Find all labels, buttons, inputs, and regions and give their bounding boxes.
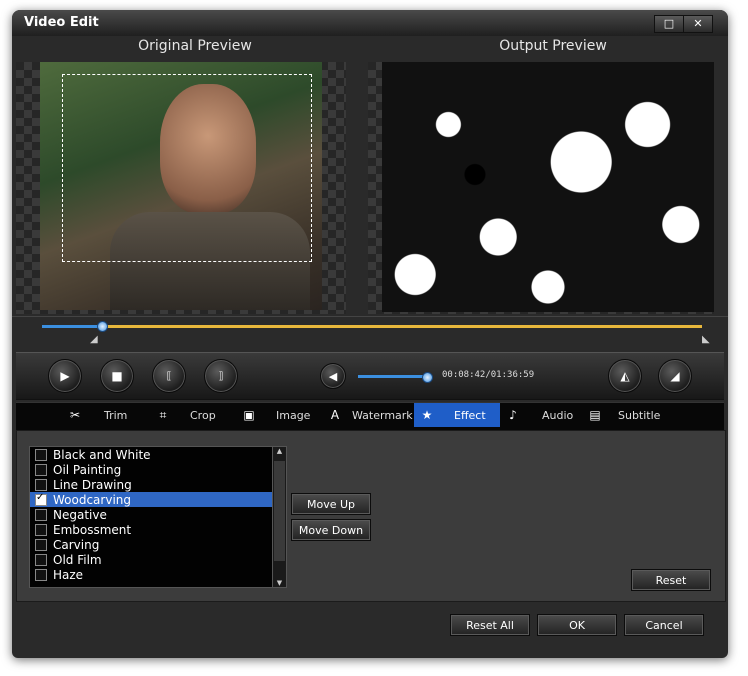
- volume-icon[interactable]: ◀: [320, 363, 346, 389]
- trim-end-marker-icon[interactable]: ◣: [702, 334, 710, 345]
- scroll-down-icon[interactable]: ▼: [273, 579, 286, 587]
- effect-item[interactable]: Line Drawing: [30, 477, 284, 492]
- tab-subtitle-label: Subtitle: [618, 408, 661, 422]
- trim-start-marker-icon[interactable]: ◢: [90, 334, 98, 345]
- ok-button[interactable]: OK: [537, 614, 617, 636]
- effect-item[interactable]: Carving: [30, 537, 284, 552]
- effect-checkbox[interactable]: [35, 568, 47, 581]
- effect-list[interactable]: Black and WhiteOil PaintingLine DrawingW…: [29, 446, 285, 588]
- effect-item[interactable]: Embossment: [30, 522, 284, 537]
- move-up-button[interactable]: Move Up: [291, 493, 371, 515]
- effect-checkbox[interactable]: [35, 463, 47, 476]
- seek-bar[interactable]: [42, 321, 702, 332]
- image-icon: ▣: [243, 408, 255, 422]
- volume-handle[interactable]: [422, 372, 433, 383]
- effect-checkbox[interactable]: [35, 508, 47, 521]
- reset-button[interactable]: Reset: [631, 569, 711, 591]
- close-button[interactable]: ✕: [683, 15, 713, 33]
- effect-item[interactable]: Black and White: [30, 447, 284, 462]
- play-icon[interactable]: ▶: [48, 359, 82, 393]
- effect-checkbox[interactable]: [35, 523, 47, 536]
- cancel-button[interactable]: Cancel: [624, 614, 704, 636]
- effect-checkbox[interactable]: [35, 553, 47, 566]
- music-note-icon: ♪: [509, 408, 517, 422]
- seek-progress: [42, 325, 101, 328]
- tab-audio[interactable]: ♪ Audio: [506, 403, 586, 427]
- watermark-icon: A: [330, 408, 340, 422]
- effect-label: Line Drawing: [53, 477, 132, 492]
- dialog-footer: Reset All OK Cancel: [12, 606, 728, 658]
- tab-trim-label: Trim: [104, 408, 128, 422]
- time-readout: 00:08:42/01:36:59: [442, 370, 535, 380]
- effect-label: Old Film: [53, 552, 102, 567]
- output-video-frame: [382, 62, 714, 312]
- effect-item[interactable]: Oil Painting: [30, 462, 284, 477]
- effect-label: Negative: [53, 507, 107, 522]
- crop-icon: ⌗: [159, 408, 167, 422]
- title-bar[interactable]: Video Edit □ ✕: [12, 10, 728, 36]
- tab-image-label: Image: [276, 408, 311, 422]
- set-start-icon[interactable]: ⟦: [152, 359, 186, 393]
- tab-effect-label: Effect: [454, 408, 486, 422]
- original-preview-label: Original Preview: [138, 38, 252, 54]
- effect-checkbox[interactable]: [35, 492, 47, 506]
- tab-image[interactable]: ▣ Image: [242, 403, 326, 427]
- output-preview-label: Output Preview: [499, 38, 607, 54]
- tab-crop-label: Crop: [190, 408, 216, 422]
- effect-checkbox[interactable]: [35, 448, 47, 461]
- tab-effect[interactable]: ★ Effect: [414, 403, 500, 427]
- star-icon: ★: [421, 408, 433, 422]
- scissors-icon: ✂: [69, 408, 81, 422]
- effect-label: Embossment: [53, 522, 132, 537]
- effect-label: Carving: [53, 537, 100, 552]
- tab-subtitle[interactable]: ▤ Subtitle: [588, 403, 678, 427]
- tab-trim[interactable]: ✂ Trim: [68, 403, 148, 427]
- effect-label: Woodcarving: [53, 492, 132, 507]
- effect-checkbox[interactable]: [35, 478, 47, 491]
- effect-item[interactable]: Woodcarving: [30, 492, 284, 507]
- window-title: Video Edit: [24, 15, 99, 30]
- flip-horizontal-icon[interactable]: ◭: [608, 359, 642, 393]
- effect-item[interactable]: Haze: [30, 567, 284, 582]
- crop-selection[interactable]: [62, 74, 312, 262]
- stop-icon[interactable]: ■: [100, 359, 134, 393]
- move-down-button[interactable]: Move Down: [291, 519, 371, 541]
- volume-slider[interactable]: [358, 372, 433, 383]
- tab-audio-label: Audio: [542, 408, 574, 422]
- tab-crop[interactable]: ⌗ Crop: [156, 403, 236, 427]
- effect-label: Haze: [53, 567, 84, 582]
- effect-panel: Black and WhiteOil PaintingLine DrawingW…: [16, 430, 726, 602]
- effect-label: Oil Painting: [53, 462, 122, 477]
- effect-item[interactable]: Old Film: [30, 552, 284, 567]
- output-preview-panel: [368, 62, 714, 314]
- flip-vertical-icon[interactable]: ◢: [658, 359, 692, 393]
- reset-all-button[interactable]: Reset All: [450, 614, 530, 636]
- tab-watermark-label: Watermark: [352, 408, 413, 422]
- effect-list-scrollbar[interactable]: ▲ ▼: [272, 446, 287, 588]
- effect-checkbox[interactable]: [35, 538, 47, 551]
- effect-item[interactable]: Negative: [30, 507, 284, 522]
- edit-tabs: ✂ Trim ⌗ Crop ▣ Image A Watermark ★ Effect ♪ A…: [16, 402, 724, 431]
- original-preview-panel: [16, 62, 346, 314]
- set-end-icon[interactable]: ⟧: [204, 359, 238, 393]
- video-edit-window: Video Edit □ ✕ Original Preview Output P…: [12, 10, 728, 658]
- minimize-button[interactable]: □: [654, 15, 684, 33]
- effect-label: Black and White: [53, 447, 151, 462]
- scrollbar-thumb[interactable]: [274, 461, 285, 561]
- scroll-up-icon[interactable]: ▲: [273, 447, 286, 455]
- seek-handle[interactable]: [97, 321, 108, 332]
- tab-watermark[interactable]: A Watermark: [328, 403, 424, 427]
- divider: [12, 316, 728, 317]
- subtitle-icon: ▤: [589, 408, 601, 422]
